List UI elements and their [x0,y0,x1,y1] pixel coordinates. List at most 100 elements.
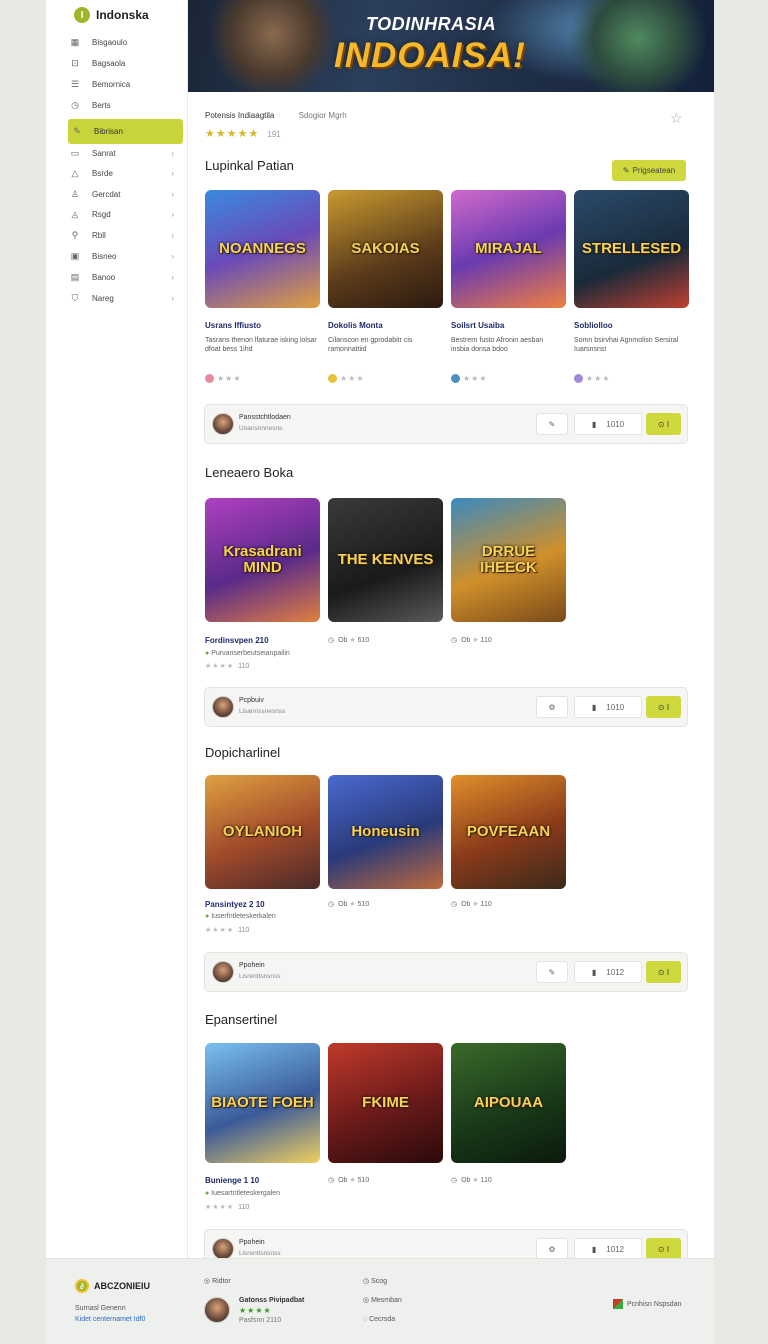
share-button[interactable]: ⚙ [536,1238,568,1260]
star-icon: ★ [470,637,481,644]
play-button[interactable]: ⊙ I [646,696,681,718]
game-card-meta: ◷ Ob ★ 110 [451,636,492,644]
game-card-image[interactable]: BIAOTE FOEH [205,1043,320,1163]
footer-brand-name: ABCZONIEIU [94,1281,150,1291]
footer-partner[interactable]: Pcnhisn Nspsdan [613,1299,681,1309]
author-avatar[interactable] [212,961,234,983]
shield-icon: ◬ [71,209,79,219]
footer-link-ridtor[interactable]: ◎ Ridtor [204,1277,231,1285]
play-button[interactable]: ⊙ I [646,961,681,983]
rating-stars: ★★★★ [205,663,235,670]
clock-icon: ◷ [71,100,79,110]
views-count: 1010 [606,702,625,712]
share-button[interactable]: ✎ [536,413,568,435]
rating-dot-icon [205,374,214,384]
sidebar-item-0[interactable]: ▦ Bisgaoulo [68,32,186,53]
rating-stars: ★★★ [586,374,611,383]
sidebar-item-8[interactable]: ◬ Rsgd › [68,204,186,225]
author-name[interactable]: Pcpbuiv [239,697,264,704]
footer-link-1[interactable]: ◷ Scog [363,1277,387,1285]
favorite-star-icon[interactable]: ☆ [670,110,683,127]
hero-banner[interactable]: TODINHRASIA INDOAISA! [188,0,714,92]
sidebar-item-1[interactable]: ⊡ Bagsaola [68,53,186,74]
views-button[interactable]: ▮ 1012 [574,961,642,983]
sidebar-item-3[interactable]: ◷ Berts [68,95,186,116]
author-avatar[interactable] [212,1238,234,1260]
footer-link-2[interactable]: ◎ Mesmban [363,1296,402,1304]
sidebar-item-4[interactable]: ✎ Bibrisan [68,119,183,144]
game-card-image[interactable]: MIRAJAL [451,190,566,308]
game-card-title[interactable]: Fordinsvpen 210 [205,636,269,645]
author-name[interactable]: Ppohein [239,1239,265,1246]
share-icon: ⚙ [548,702,556,712]
game-card-title[interactable]: Usrans Iffiusto [205,321,261,330]
sidebar-item-7[interactable]: ♙ Gercdat › [68,184,186,205]
game-card-title[interactable]: Dokolis Monta [328,321,383,330]
grid-icon: ▦ [70,37,80,47]
author-name[interactable]: Pansstchtlodaen [239,414,291,421]
game-card-rating: ★★★ [574,374,611,384]
game-card-rating: ★★★★ 110 [205,926,249,934]
partner-name: Pcnhisn Nspsdan [627,1300,682,1308]
play-icon: ⊙ I [657,702,670,712]
game-card-image[interactable]: STRELLESED [574,190,689,308]
play-button[interactable]: ⊙ I [646,1238,681,1260]
game-card-image[interactable]: AIPOUAA [451,1043,566,1163]
footer-link-label: Cecrsda [369,1316,396,1323]
game-card-title[interactable]: Pansintyez 2 10 [205,900,265,909]
game-card-image[interactable]: SAKOIAS [328,190,443,308]
play-button[interactable]: ⊙ I [646,413,681,435]
sidebar-item-12[interactable]: ⛉ Nareg › [68,288,186,309]
sidebar-item-10[interactable]: ▣ Bisneo › [68,246,186,267]
game-card-image[interactable]: Krasadrani MIND [205,498,320,622]
footer-link-3[interactable]: ◌ Cecrsda [363,1316,395,1323]
game-card-image[interactable]: POVFEAAN [451,775,566,889]
clock-icon: ◷ [328,1177,335,1184]
game-card-image[interactable]: THE KENVES [328,498,443,622]
game-card-description: Somn bsirvhai Agnmolisn Sersiral Iuarsns… [574,337,679,354]
bookmark-icon: ▮ [591,419,597,429]
badge-icon: ⛉ [71,293,79,303]
author-subtitle: Lisannssnesnss [239,708,286,715]
footer-logo-icon: ∂ [75,1279,89,1293]
author-name[interactable]: Ppohein [239,962,265,969]
footer-description: Surnasl Genenn [75,1305,126,1312]
section-action-button[interactable]: ✎ Prigseatean [612,160,686,181]
sidebar-item-11[interactable]: ▤ Banoo › [68,267,186,288]
banner-title: INDOAISA! [334,36,526,75]
section-title: Lupinkal Patian [205,158,294,173]
sidebar-item-5[interactable]: ▭ Sanrat › [68,143,186,164]
game-card-title[interactable]: Bunienge 1 10 [205,1176,259,1185]
game-card-image[interactable]: NOANNEGS [205,190,320,308]
rating-stars: ★★★★★ [205,128,260,140]
sidebar-item-9[interactable]: ⚲ Rbll › [68,225,186,246]
share-button[interactable]: ✎ [536,961,568,983]
views-button[interactable]: ▮ 1010 [574,413,642,435]
rating-number: 110 [238,1204,250,1211]
game-card-image[interactable]: FKIME [328,1043,443,1163]
game-card-rating: ★★★★ 110 [205,1203,249,1211]
sidebar-item-label: Bagsaola [92,59,126,68]
author-avatar[interactable] [212,696,234,718]
share-button[interactable]: ⚙ [536,696,568,718]
sidebar-item-2[interactable]: ☰ Bemornica [68,74,186,95]
sidebar-item-label: Bisgaoulo [92,38,128,47]
game-card-title[interactable]: Sobliolloo [574,321,613,330]
sidebar-item-6[interactable]: △ Bsrde › [68,163,186,184]
views-button[interactable]: ▮ 1010 [574,696,642,718]
brand[interactable]: I Indonska [74,7,149,23]
game-card-meta-number: 110 [480,637,492,644]
game-card-image[interactable]: DRRUE IHEECK [451,498,566,622]
game-card-title[interactable]: Soilsrt Usaiba [451,321,504,330]
footer-link-blue[interactable]: Kidet centernamet Idf0 [75,1316,145,1323]
game-card-meta-number: 610 [357,637,370,644]
footer-brand[interactable]: ∂ ABCZONIEIU [75,1279,150,1293]
star-icon: ★ [347,1177,358,1184]
views-button[interactable]: ▮ 1012 [574,1238,642,1260]
author-avatar[interactable] [212,413,234,435]
footer-link-label: Mesmban [371,1297,402,1304]
game-card-meta: ● Purvanserbeutseianpailin [205,650,290,657]
section-title: Leneaero Boka [205,465,294,480]
game-card-image[interactable]: OYLANIOH [205,775,320,889]
game-card-image[interactable]: Honeusin [328,775,443,889]
